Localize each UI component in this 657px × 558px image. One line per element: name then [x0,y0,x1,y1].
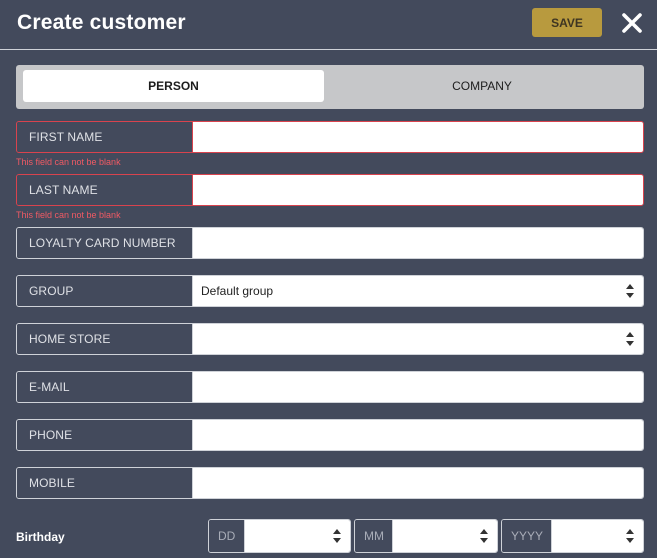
customer-type-tabs: PERSON COMPANY [16,65,644,109]
birthday-month-select[interactable]: MM [354,519,498,553]
loyalty-card-row: LOYALTY CARD NUMBER [16,227,644,259]
group-label: GROUP [17,276,193,306]
home-store-label: HOME STORE [17,324,193,354]
phone-row: PHONE [16,419,644,451]
first-name-input[interactable] [193,122,643,152]
first-name-label: FIRST NAME [17,122,193,152]
birthday-day-select[interactable]: DD [208,519,351,553]
birthday-year-select[interactable]: YYYY [501,519,644,553]
select-arrows-icon [626,332,634,346]
day-dropdown[interactable] [245,520,350,552]
home-store-select[interactable] [193,324,643,354]
last-name-error: This field can not be blank [16,210,121,220]
select-arrows-icon [626,529,634,543]
close-icon[interactable] [618,9,646,37]
tab-person[interactable]: PERSON [23,70,324,102]
select-arrows-icon [333,529,341,543]
first-name-row: FIRST NAME [16,121,644,153]
month-label: MM [355,520,393,552]
phone-input[interactable] [193,420,643,450]
dialog-header: Create customer SAVE [0,0,657,50]
dialog-title: Create customer [17,11,186,34]
last-name-row: LAST NAME [16,174,644,206]
last-name-label: LAST NAME [17,175,193,205]
group-row: GROUP Default group [16,275,644,307]
loyalty-card-label: LOYALTY CARD NUMBER [17,228,193,258]
day-label: DD [209,520,245,552]
mobile-input[interactable] [193,468,643,498]
select-arrows-icon [480,529,488,543]
email-row: E-MAIL [16,371,644,403]
email-label: E-MAIL [17,372,193,402]
month-dropdown[interactable] [393,520,497,552]
year-dropdown[interactable] [552,520,643,552]
save-button[interactable]: SAVE [532,8,602,37]
group-selected-value: Default group [201,284,274,298]
select-arrows-icon [626,284,634,298]
phone-label: PHONE [17,420,193,450]
mobile-row: MOBILE [16,467,644,499]
home-store-row: HOME STORE [16,323,644,355]
first-name-error: This field can not be blank [16,157,121,167]
year-label: YYYY [502,520,552,552]
mobile-label: MOBILE [17,468,193,498]
group-select[interactable]: Default group [193,276,643,306]
loyalty-card-input[interactable] [193,228,643,258]
email-input[interactable] [193,372,643,402]
tab-company[interactable]: COMPANY [328,70,636,102]
birthday-label: Birthday [16,530,65,544]
last-name-input[interactable] [193,175,643,205]
